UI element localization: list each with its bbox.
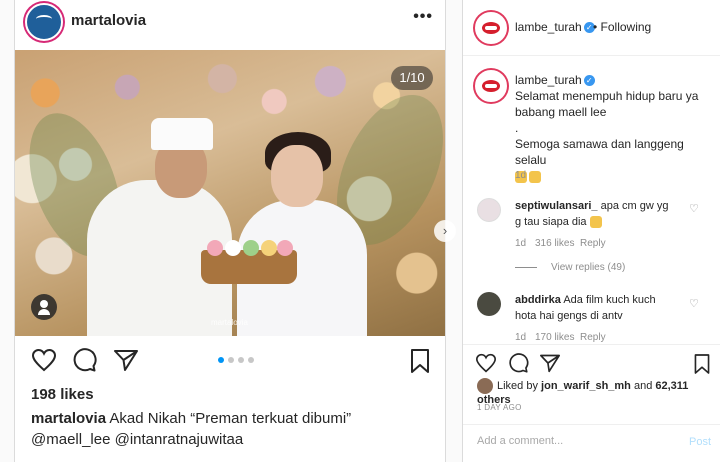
comment-like-icon[interactable]: ♡ — [689, 202, 699, 215]
crying-face-emoji — [589, 216, 602, 229]
author-avatar[interactable] — [25, 3, 63, 41]
photo-watermark: martalovia — [211, 318, 248, 327]
comment-icon[interactable] — [71, 348, 97, 372]
lambe-turah-avatar[interactable] — [475, 12, 507, 44]
carousel-dot[interactable] — [228, 357, 234, 363]
add-comment-bar: Post — [463, 424, 720, 462]
more-options-icon[interactable]: ••• — [413, 8, 433, 26]
view-replies-label[interactable]: View replies (49) — [551, 262, 625, 273]
side-username[interactable]: lambe_turah — [515, 20, 582, 34]
comment-icon[interactable] — [507, 353, 529, 373]
author-username[interactable]: martalovia — [71, 12, 146, 29]
side-actions — [463, 344, 720, 378]
like-heart-icon[interactable] — [475, 353, 497, 373]
side-panel: lambe_turah ✓ • Following lambe_turah ✓ Se… — [462, 0, 720, 462]
share-icon[interactable] — [539, 353, 561, 373]
caption-mentions[interactable]: @maell_lee @intanratnajuwitaa — [31, 431, 243, 448]
liked-by-line: Liked by jon_warif_sh_mh and 62,311 othe… — [477, 378, 720, 406]
side-header: lambe_turah ✓ • Following — [463, 0, 720, 56]
like-heart-icon[interactable] — [31, 348, 57, 372]
comment-likes[interactable]: 170 likes — [535, 332, 574, 343]
flower-basket — [201, 240, 297, 284]
carousel-dots — [218, 357, 254, 363]
liked-by-user[interactable]: jon_warif_sh_mh — [541, 380, 631, 392]
side-caption-text: Selamat menempuh hidup baru ya babang ma… — [515, 89, 699, 167]
commenter-avatar[interactable] — [477, 292, 501, 316]
save-bookmark-icon[interactable] — [693, 353, 711, 375]
liker-avatar[interactable] — [477, 378, 493, 394]
post-date[interactable]: 1 DAY AGO — [477, 403, 522, 412]
reply-button[interactable]: Reply — [580, 332, 606, 343]
likes-count[interactable]: 198 likes — [31, 386, 94, 403]
add-comment-input[interactable] — [477, 435, 667, 447]
caption-text: Akad Nikah “Preman terkuat dibumi” — [109, 410, 352, 427]
comment-like-icon[interactable]: ♡ — [689, 297, 699, 310]
post-comment-button[interactable]: Post — [689, 436, 711, 448]
carousel-dot[interactable] — [238, 357, 244, 363]
comment-likes[interactable]: 316 likes — [535, 238, 574, 249]
save-bookmark-icon[interactable] — [409, 348, 431, 374]
view-replies-link[interactable]: View replies (49) — [515, 262, 625, 273]
carousel-dot[interactable] — [218, 357, 224, 363]
comment-time: 1d — [515, 238, 527, 249]
liked-by-and: and — [633, 379, 653, 392]
verified-badge-icon: ✓ — [583, 75, 595, 87]
reply-button[interactable]: Reply — [580, 238, 606, 249]
tagged-users-icon[interactable] — [31, 294, 57, 320]
post-actions — [15, 344, 445, 380]
share-icon[interactable] — [113, 348, 139, 372]
carousel-dot[interactable] — [248, 357, 254, 363]
commenter-avatar[interactable] — [477, 198, 501, 222]
carousel-counter: 1/10 — [391, 66, 433, 90]
liked-by-prefix: Liked by — [497, 379, 538, 392]
caption-avatar[interactable] — [475, 70, 507, 102]
side-caption: Selamat menempuh hidup baru ya babang ma… — [515, 88, 711, 184]
replies-divider — [515, 266, 537, 268]
comment: septiwulansari_ apa cm gw yg g tau siapa… — [515, 198, 675, 230]
caption-username[interactable]: martalovia — [31, 410, 106, 427]
following-button[interactable]: • Following — [593, 20, 651, 34]
caption-time: 1d — [515, 170, 527, 181]
comment-username[interactable]: septiwulansari_ — [515, 200, 598, 212]
caption-author[interactable]: lambe_turah — [515, 73, 582, 87]
comment-time: 1d — [515, 332, 527, 343]
post-header: martalovia ••• — [15, 0, 445, 44]
post-caption: martalovia Akad Nikah “Preman terkuat di… — [31, 408, 441, 450]
carousel-next-icon[interactable]: › — [434, 220, 456, 242]
comment-username[interactable]: abddirka — [515, 294, 561, 306]
post-photo[interactable]: 1/10 martalovia — [15, 50, 445, 336]
comment: abddirka Ada film kuch kuch hota hai gen… — [515, 292, 675, 324]
post-card: martalovia ••• 1/10 martalovia 198 likes… — [14, 0, 446, 462]
praying-hands-emoji — [529, 170, 541, 183]
